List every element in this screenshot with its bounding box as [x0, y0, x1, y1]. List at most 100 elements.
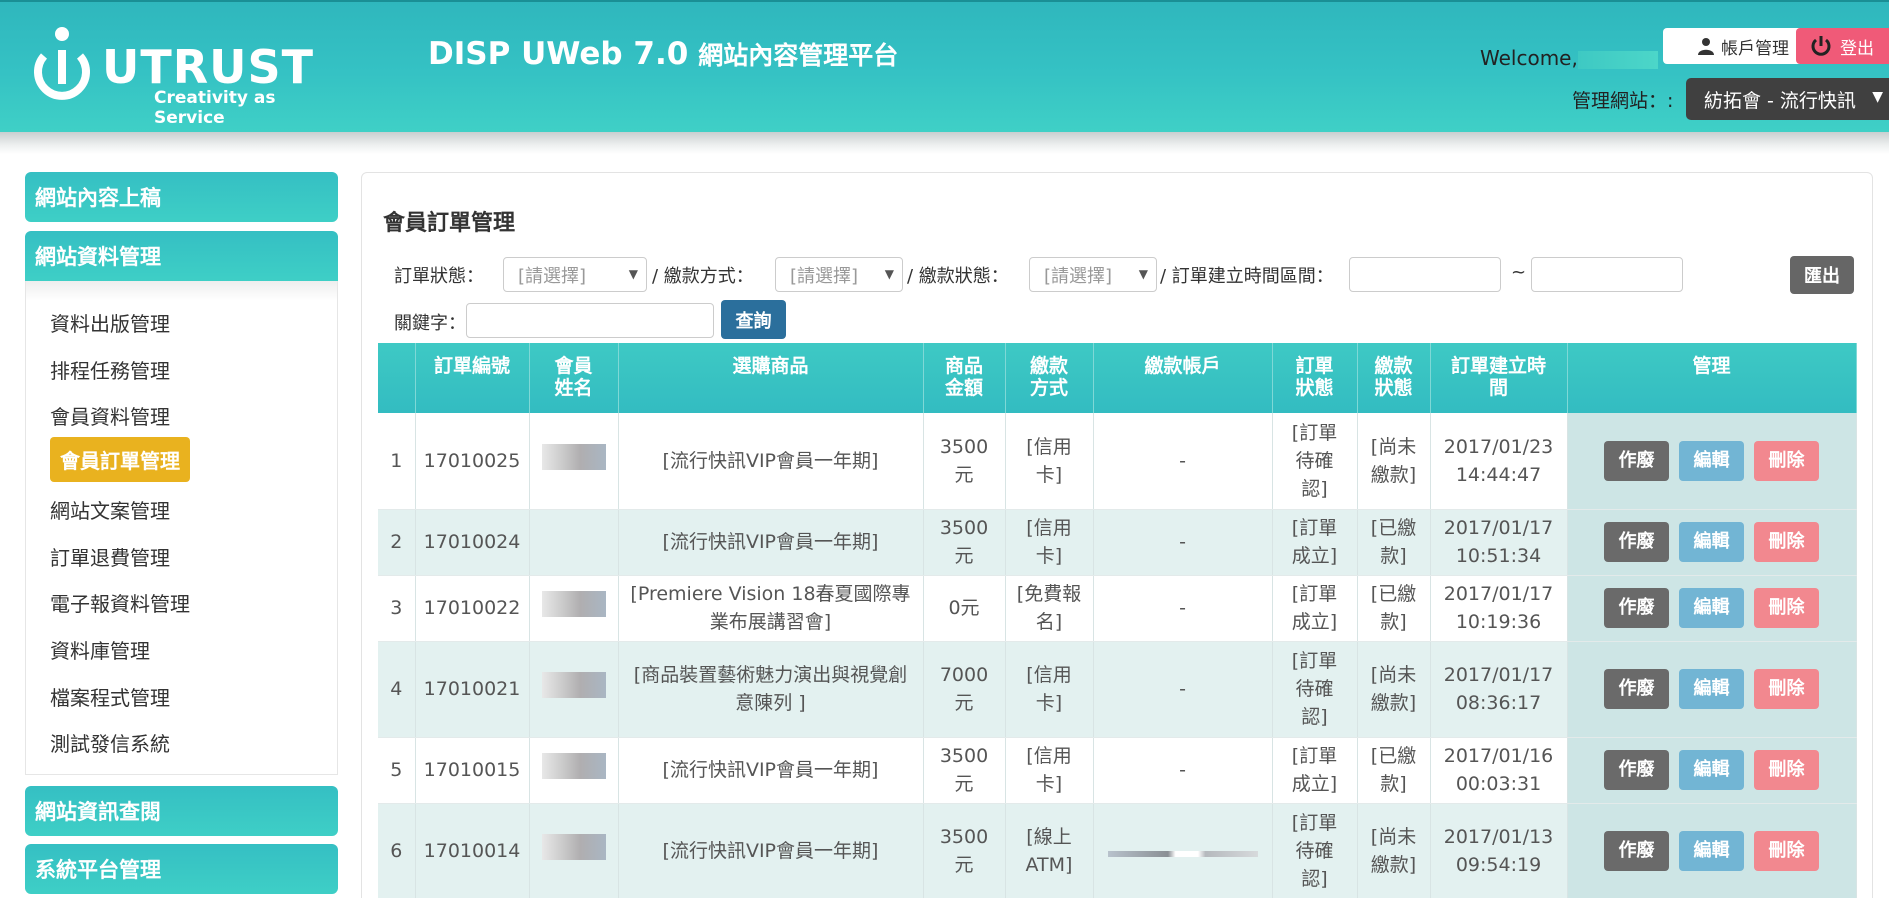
- keyword-input[interactable]: [466, 303, 714, 338]
- cell-manage: 作廢 編輯 刪除: [1567, 575, 1857, 642]
- payment-method-select[interactable]: [請選擇] ▼: [775, 257, 903, 292]
- logout-button[interactable]: 登出: [1796, 28, 1889, 64]
- managed-site-label: 管理網站：:: [1572, 90, 1674, 112]
- app-name: DISP UWeb 7.0: [428, 36, 689, 72]
- cell-member-name: [529, 737, 619, 804]
- sidebar-item-publish[interactable]: 資料出版管理: [50, 308, 170, 337]
- header-col-manage: 管理: [1567, 343, 1857, 413]
- order-status-select-value: [請選擇]: [518, 265, 587, 287]
- cell-member-name: [529, 575, 619, 642]
- edit-button[interactable]: 編輯: [1679, 588, 1744, 628]
- sidebar-item-refunds[interactable]: 訂單退費管理: [50, 542, 170, 571]
- welcome-label: Welcome,: [1480, 46, 1578, 70]
- cell-amount: 3500 元: [923, 737, 1006, 804]
- cell-payment-status: [已繳 款]: [1357, 509, 1431, 576]
- search-button[interactable]: 查詢: [721, 300, 786, 339]
- cell-payment-method: [信用 卡]: [1005, 641, 1094, 738]
- edit-button[interactable]: 編輯: [1679, 750, 1744, 790]
- header-col-order-status: 訂單 狀態: [1272, 343, 1358, 413]
- edit-button[interactable]: 編輯: [1679, 831, 1744, 871]
- caret-down-icon: ▼: [1872, 89, 1883, 105]
- edit-button[interactable]: 編輯: [1679, 669, 1744, 709]
- delete-button[interactable]: 刪除: [1754, 831, 1819, 871]
- void-button[interactable]: 作廢: [1604, 522, 1669, 562]
- cell-payment-account: -: [1093, 641, 1273, 738]
- created-range-label: / 訂單建立時間區間：: [1160, 266, 1334, 287]
- cell-payment-account: -: [1093, 737, 1273, 804]
- sidebar-section-label: 網站內容上稿: [35, 186, 161, 210]
- header-col-payment-method: 繳款 方式: [1005, 343, 1094, 413]
- managed-site-select[interactable]: 紡拓會 - 流行快訊 ▼: [1686, 78, 1889, 120]
- cell-product: [流行快訊VIP會員一年期]: [618, 803, 924, 898]
- sidebar-item-test-mail[interactable]: 測試發信系統: [50, 728, 170, 757]
- payment-status-select[interactable]: [請選擇] ▼: [1029, 257, 1157, 292]
- sidebar-section-info-review[interactable]: 網站資訊查閱: [25, 786, 338, 836]
- sidebar-item-schedule[interactable]: 排程任務管理: [50, 355, 170, 384]
- utrust-logo[interactable]: UTRUST Creativity as Service: [32, 20, 322, 128]
- cell-order-id: 17010014: [415, 803, 530, 898]
- created-to-input[interactable]: [1531, 257, 1683, 292]
- edit-button[interactable]: 編輯: [1679, 522, 1744, 562]
- table-row: 5 17010015 [流行快訊VIP會員一年期] 3500 元 [信用 卡] - [訂單 成立]…: [378, 737, 1857, 804]
- sidebar-item-files[interactable]: 檔案程式管理: [50, 682, 170, 711]
- cell-order-status: [訂單 待確 認]: [1272, 641, 1358, 738]
- sidebar-item-database[interactable]: 資料庫管理: [50, 635, 150, 664]
- welcome-text: Welcome,: [1480, 46, 1658, 70]
- payment-account-redacted: [1107, 851, 1258, 857]
- void-button[interactable]: 作廢: [1604, 750, 1669, 790]
- sidebar-item-member-orders[interactable]: 會員訂單管理: [50, 437, 190, 482]
- cell-created-time: 2017/01/13 09:54:19: [1430, 803, 1568, 898]
- cell-payment-account: [1093, 803, 1273, 898]
- edit-button[interactable]: 編輯: [1679, 440, 1744, 481]
- member-name-redacted: [541, 443, 606, 470]
- table-header-row: 訂單編號 會員 姓名 選購商品 商品 金額 繳款 方式 繳款帳戶 訂單 狀態 繳款 狀態 訂單建立時間管理: [378, 343, 1857, 413]
- cell-manage: 作廢 編輯 刪除: [1567, 641, 1857, 738]
- order-status-select[interactable]: [請選擇] ▼: [503, 257, 647, 292]
- delete-button[interactable]: 刪除: [1754, 588, 1819, 628]
- cell-created-time: 2017/01/17 10:19:36: [1430, 575, 1568, 642]
- cell-product: [Premiere Vision 18春夏國際專 業布展講習會]: [618, 575, 924, 642]
- managed-site-value: 紡拓會 - 流行快訊: [1704, 89, 1856, 112]
- void-button[interactable]: 作廢: [1604, 831, 1669, 871]
- header-col-created-time: 訂單建立時間: [1430, 343, 1568, 413]
- cell-created-time: 2017/01/16 00:03:31: [1430, 737, 1568, 804]
- cell-index: 1: [378, 413, 416, 510]
- delete-button[interactable]: 刪除: [1754, 669, 1819, 709]
- cell-payment-account: -: [1093, 509, 1273, 576]
- created-from-input[interactable]: [1349, 257, 1501, 292]
- user-icon: [1698, 38, 1714, 55]
- cell-payment-method: [免費報 名]: [1005, 575, 1094, 642]
- sidebar-item-newsletter[interactable]: 電子報資料管理: [50, 588, 190, 617]
- cell-index: 3: [378, 575, 416, 642]
- sidebar-section-content-upload[interactable]: 網站內容上稿: [25, 172, 338, 222]
- cell-product: [流行快訊VIP會員一年期]: [618, 509, 924, 576]
- sidebar-item-members[interactable]: 會員資料管理: [50, 401, 170, 430]
- cell-order-status: [訂單 成立]: [1272, 575, 1358, 642]
- header-col-payment-status: 繳款 狀態: [1357, 343, 1431, 413]
- cell-payment-status: [尚未 繳款]: [1357, 803, 1431, 898]
- cell-index: 4: [378, 641, 416, 738]
- cell-manage: 作廢 編輯 刪除: [1567, 737, 1857, 804]
- keyword-label: 關鍵字：: [394, 313, 466, 334]
- sidebar-section-label: 系統平台管理: [35, 858, 161, 882]
- cell-payment-method: [信用 卡]: [1005, 413, 1094, 510]
- delete-button[interactable]: 刪除: [1754, 750, 1819, 790]
- table-row: 6 17010014 [流行快訊VIP會員一年期] 3500 元 [線上 ATM] [訂單 待確…: [378, 803, 1857, 898]
- payment-method-select-value: [請選擇]: [790, 265, 859, 287]
- void-button[interactable]: 作廢: [1604, 440, 1669, 481]
- header-col-order-id: 訂單編號: [415, 343, 530, 413]
- sidebar-section-label: 網站資訊查閱: [35, 800, 161, 824]
- delete-button[interactable]: 刪除: [1754, 522, 1819, 562]
- payment-method-label: / 繳款方式：: [652, 266, 754, 287]
- delete-button[interactable]: 刪除: [1754, 440, 1819, 481]
- sidebar-section-data-management[interactable]: 網站資料管理: [25, 231, 338, 281]
- export-button[interactable]: 匯出: [1790, 256, 1854, 294]
- sidebar-section-system[interactable]: 系統平台管理: [25, 844, 338, 894]
- sidebar-item-copywriting[interactable]: 網站文案管理: [50, 495, 170, 524]
- payment-status-label: / 繳款狀態：: [907, 266, 1009, 287]
- cell-product: [商品裝置藝術魅力演出與視覺創 意陳列 ]: [618, 641, 924, 738]
- header-col-payment-account: 繳款帳戶: [1093, 343, 1273, 413]
- void-button[interactable]: 作廢: [1604, 669, 1669, 709]
- void-button[interactable]: 作廢: [1604, 588, 1669, 628]
- header-col-member-name: 會員 姓名: [529, 343, 619, 413]
